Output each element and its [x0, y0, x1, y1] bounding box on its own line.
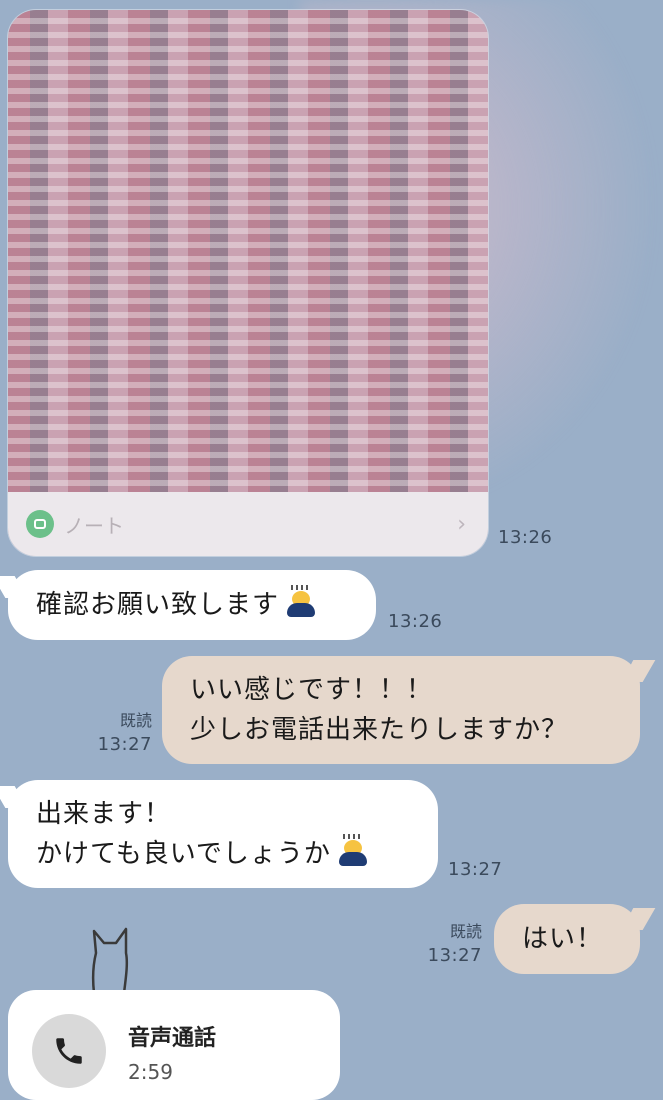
- message-line: 少しお電話出来たりしますか？: [190, 715, 569, 745]
- note-label: ノート: [64, 513, 124, 538]
- read-receipt: 既読: [119, 711, 152, 730]
- message-time: 13:27: [448, 859, 503, 880]
- call-duration: 2:59: [128, 1060, 173, 1084]
- call-title: 音声通話: [128, 1026, 217, 1051]
- cat-silhouette-icon: [91, 927, 129, 994]
- note-icon: [26, 510, 54, 538]
- message-meta: 既読 13:27: [426, 920, 482, 968]
- note-card[interactable]: ノート ›: [8, 10, 488, 556]
- message-bubble-sent[interactable]: いい感じです！！！ 少しお電話出来たりしますか？: [162, 656, 640, 764]
- voice-call-card[interactable]: 音声通話 2:59: [8, 990, 340, 1100]
- message-line: 出来ます！: [36, 799, 172, 829]
- message-bubble-sent[interactable]: はい！: [494, 904, 640, 974]
- read-receipt: 既読: [449, 922, 482, 941]
- message-meta: 既読 13:27: [96, 709, 152, 757]
- message-line: いい感じです！！！: [190, 675, 434, 705]
- chevron-right-icon: ›: [457, 511, 466, 537]
- message-line: かけても良いでしょうか: [36, 839, 331, 869]
- note-footer[interactable]: ノート ›: [8, 492, 488, 556]
- message-text: はい！: [522, 924, 604, 954]
- message-time: 13:27: [97, 734, 152, 755]
- message-bubble-received[interactable]: 出来ます！ かけても良いでしょうか: [8, 780, 438, 888]
- message-text: 確認お願い致します: [36, 590, 280, 620]
- message-bubble-received[interactable]: 確認お願い致します: [8, 570, 376, 640]
- bowing-person-emoji: [285, 585, 317, 617]
- phone-icon: [32, 1014, 106, 1088]
- message-time: 13:26: [498, 527, 553, 548]
- message-time: 13:27: [427, 945, 482, 966]
- bowing-person-emoji: [337, 834, 369, 866]
- message-time: 13:26: [388, 611, 443, 632]
